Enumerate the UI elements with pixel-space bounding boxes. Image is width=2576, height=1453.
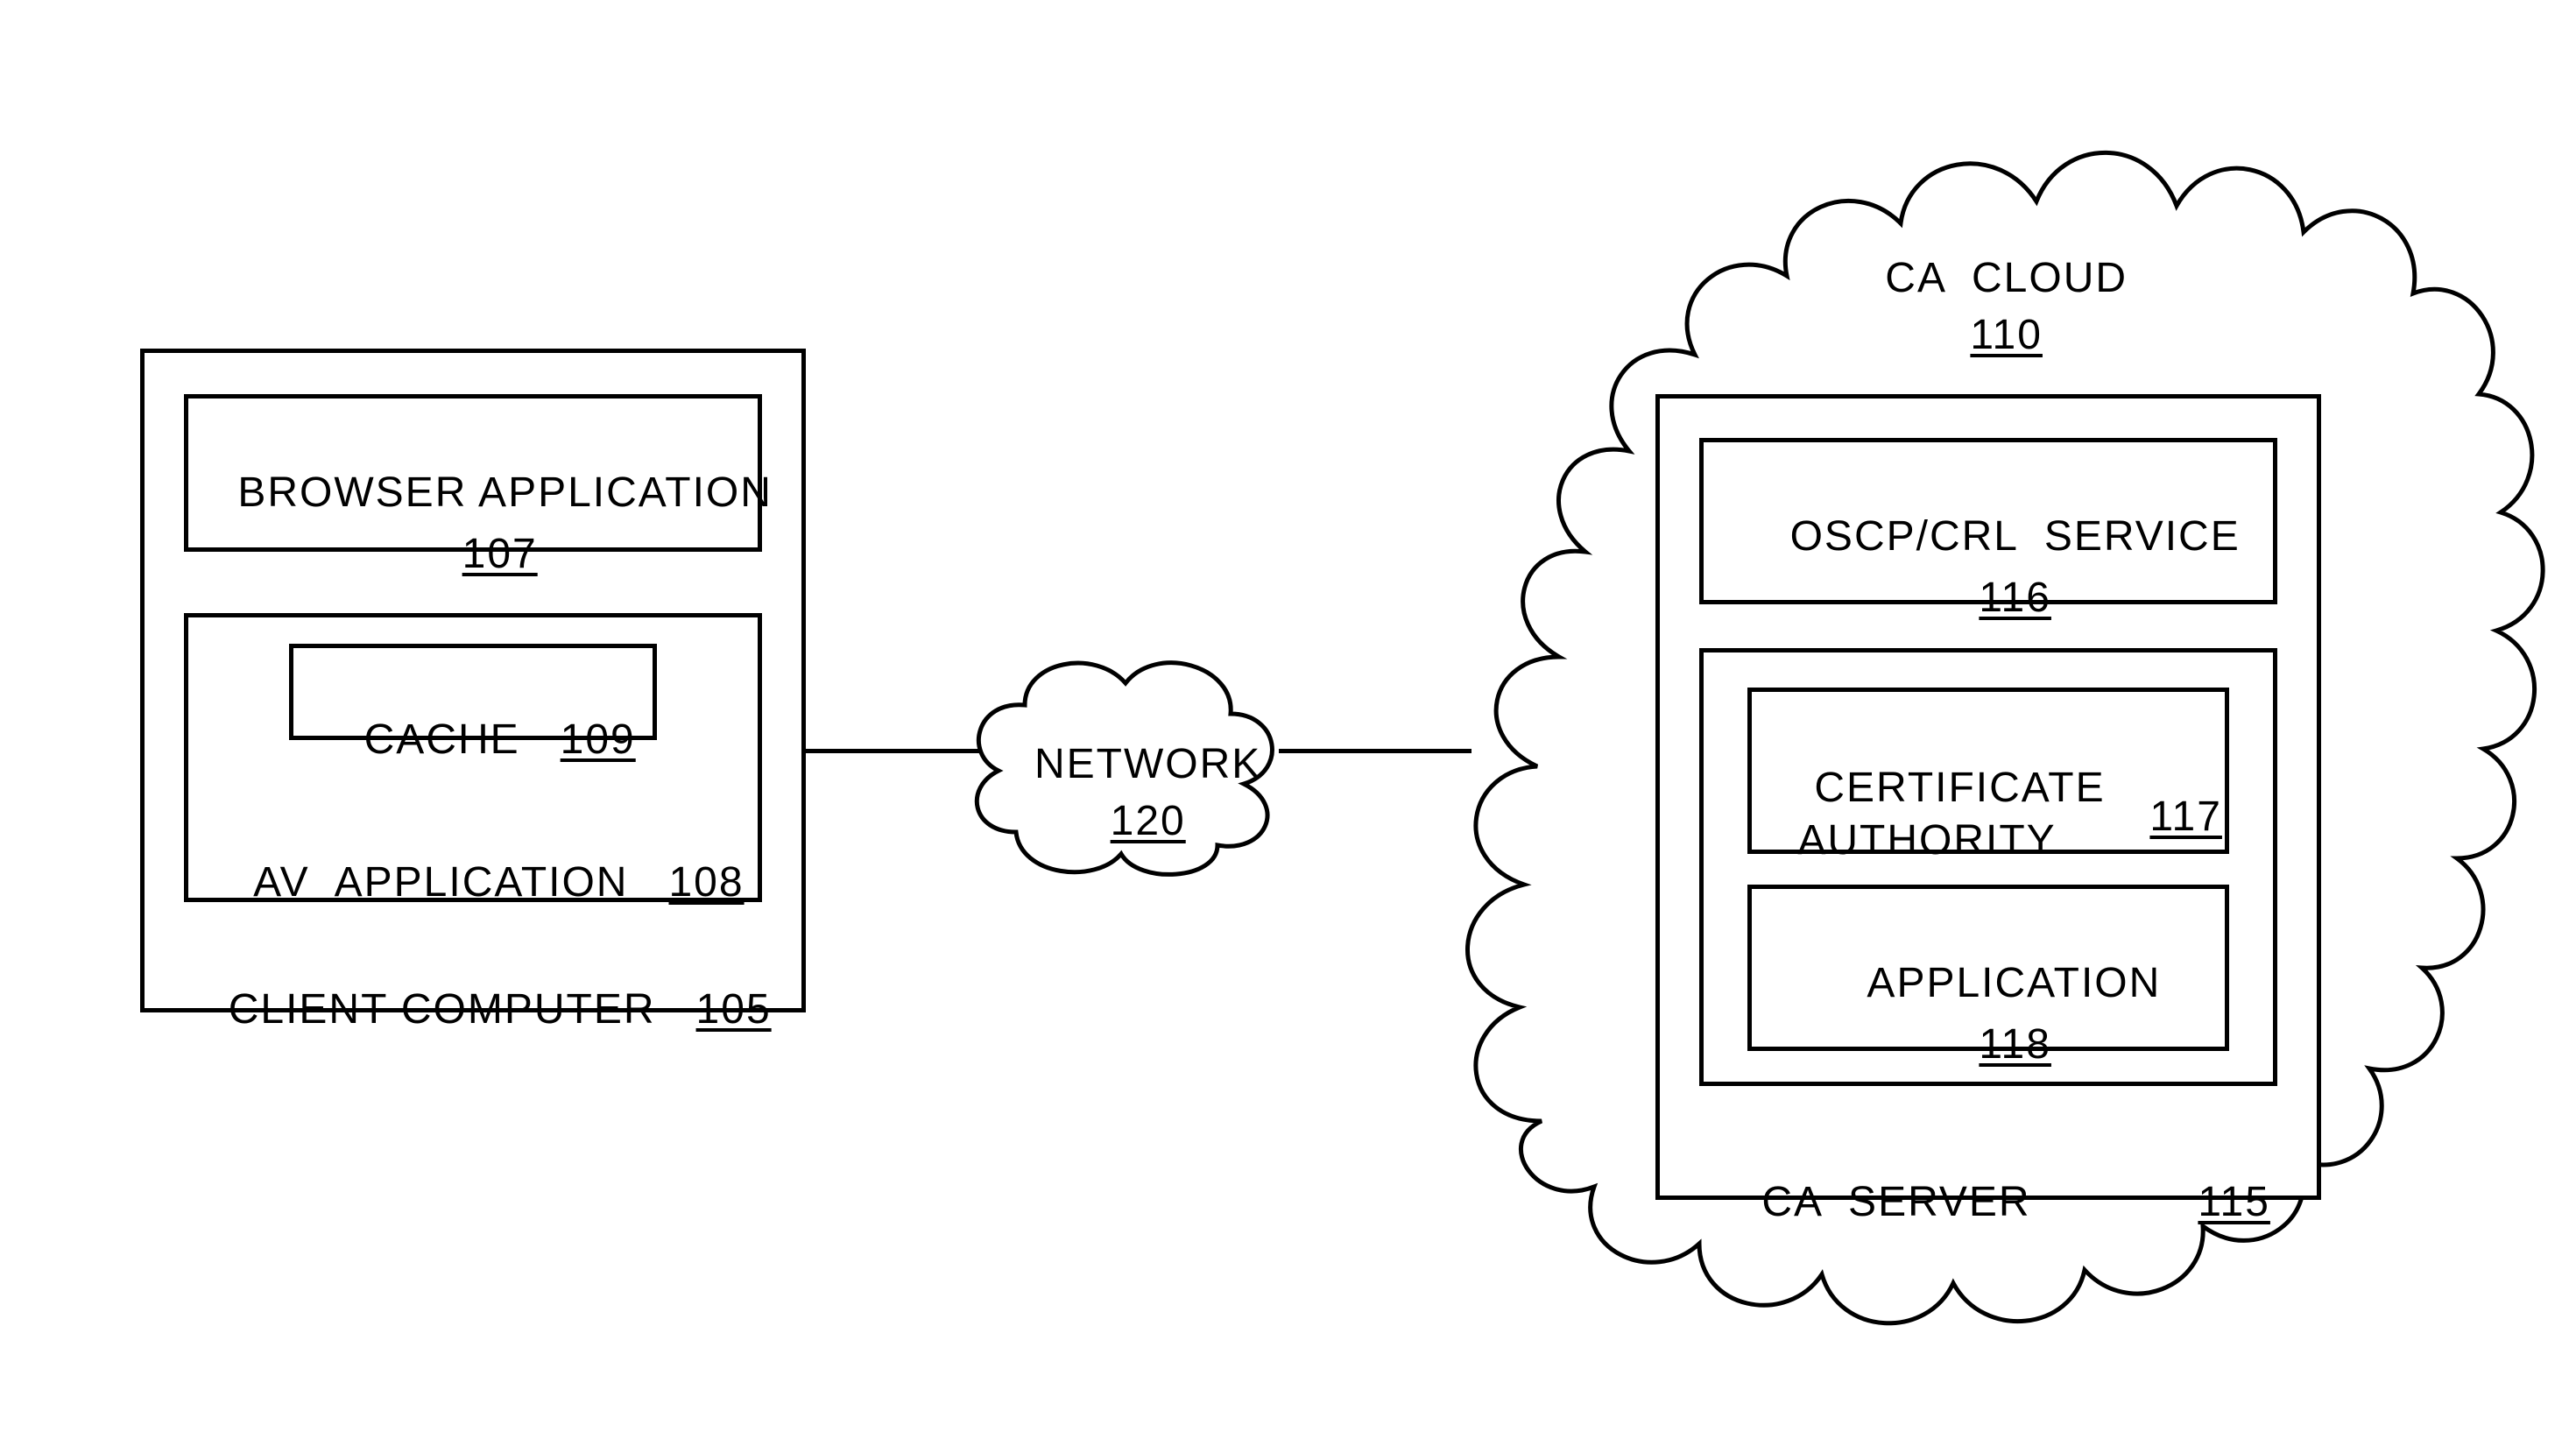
av-application-label: AV APPLICATION 108: [184, 810, 762, 955]
certificate-authority-num: 117: [2093, 744, 2225, 889]
ca-cloud-num: 110: [1734, 263, 2225, 407]
application-num: 118: [1747, 972, 2229, 1117]
client-computer-label: CLIENT COMPUTER 105: [140, 937, 806, 1082]
ca-server-label: CA SERVER: [1708, 1130, 2102, 1274]
diagram-stage: BROWSER APPLICATION 107 CACHE 109 AV APP…: [0, 0, 2576, 1453]
browser-application-num: 107: [184, 482, 762, 626]
ca-server-num: 115: [2128, 1130, 2286, 1274]
cache-label: CACHE 109: [289, 667, 657, 812]
network-num: 120: [955, 749, 1288, 893]
